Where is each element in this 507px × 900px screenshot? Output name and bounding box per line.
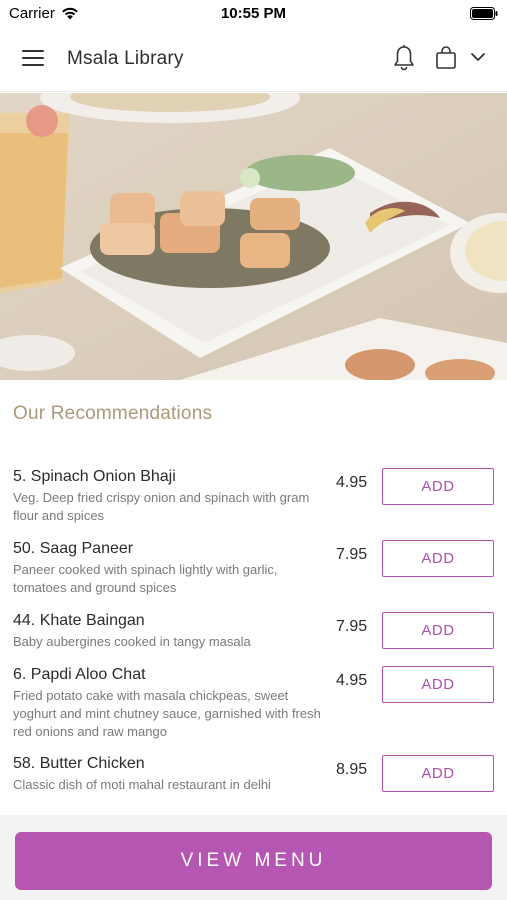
item-name: 58. Butter Chicken: [13, 755, 145, 772]
section-title-recommendations: Our Recommendations: [13, 403, 213, 424]
add-button[interactable]: ADD: [382, 468, 494, 505]
item-name: 5. Spinach Onion Bhaji: [13, 468, 176, 485]
item-description: Fried potato cake with masala chickpeas,…: [13, 688, 321, 739]
app-title: Msala Library: [67, 48, 184, 69]
item-price: 4.95: [336, 672, 368, 689]
item-description: Veg. Deep fried crispy onion and spinach…: [13, 490, 310, 523]
add-button[interactable]: ADD: [382, 666, 494, 703]
item-price: 7.95: [336, 546, 368, 563]
add-button[interactable]: ADD: [382, 612, 494, 649]
chevron-down-icon[interactable]: [470, 51, 486, 63]
app-header: Msala Library: [0, 28, 507, 92]
item-price: 7.95: [336, 618, 368, 635]
item-name: 44. Khate Baingan: [13, 612, 145, 629]
battery-icon: [470, 7, 498, 20]
status-time: 10:55 PM: [220, 5, 287, 22]
item-description: Classic dish of moti mahal restaurant in…: [13, 777, 271, 792]
item-price: 4.95: [336, 474, 368, 491]
add-button[interactable]: ADD: [382, 755, 494, 792]
item-description: Paneer cooked with spinach lightly with …: [13, 562, 278, 595]
view-menu-button[interactable]: VIEW MENU: [15, 832, 492, 890]
bell-icon[interactable]: [392, 44, 416, 72]
item-price: 8.95: [336, 761, 368, 778]
add-button[interactable]: ADD: [382, 540, 494, 577]
status-bar: Carrier 10:55 PM: [0, 0, 507, 28]
item-description: Baby aubergines cooked in tangy masala: [13, 634, 251, 649]
item-name: 50. Saag Paneer: [13, 540, 134, 557]
menu-icon[interactable]: [22, 50, 45, 68]
shopping-bag-icon[interactable]: [435, 46, 457, 70]
hero-food-image: [0, 93, 507, 380]
item-name: 6. Papdi Aloo Chat: [13, 666, 146, 683]
footer-bar: VIEW MENU: [0, 815, 507, 900]
